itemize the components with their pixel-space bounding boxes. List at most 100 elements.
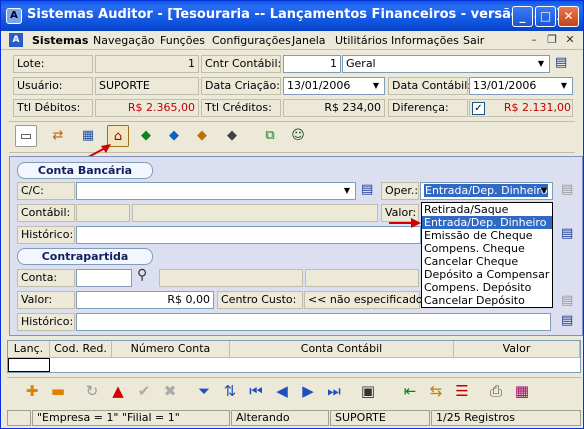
cntr-contabil-input[interactable]: 1 bbox=[283, 55, 341, 73]
lookup-icon[interactable]: ▤ bbox=[561, 226, 573, 241]
oper-option[interactable]: Emissão de Cheque bbox=[422, 229, 552, 242]
lancamentos-grid[interactable]: Lanç. Cod. Red. Número Conta Conta Contá… bbox=[7, 340, 581, 373]
mdi-restore-icon[interactable]: ❐ bbox=[544, 33, 560, 47]
diferenca-value: R$ 2.131,00 bbox=[503, 101, 571, 114]
lookup-icon: ▤ bbox=[561, 182, 574, 197]
ttl-creditos-label: Ttl Créditos: bbox=[201, 99, 281, 117]
chevron-down-icon[interactable]: ▼ bbox=[557, 79, 571, 93]
menu-informacoes[interactable]: Informações bbox=[391, 34, 459, 47]
conta-desc-1 bbox=[159, 269, 303, 287]
menu-sistemas[interactable]: Sistemas bbox=[32, 34, 88, 47]
transfer-icon[interactable]: ⇆ bbox=[425, 380, 447, 402]
lookup-icon[interactable]: ▤ bbox=[361, 182, 373, 197]
oper-select[interactable]: Entrada/Dep. Dinheiro ▼ bbox=[420, 182, 553, 200]
diferenca-label: Diferença: bbox=[388, 99, 468, 117]
minimize-button[interactable]: _ bbox=[512, 6, 533, 27]
list-icon[interactable]: ☰ bbox=[451, 380, 473, 402]
window-icon[interactable]: ▣ bbox=[357, 380, 379, 402]
oper-dropdown-list: Retirada/Saque Entrada/Dep. Dinheiro Emi… bbox=[421, 202, 553, 308]
edit-icon[interactable]: ▲ bbox=[107, 380, 129, 402]
close-button[interactable]: ✕ bbox=[558, 6, 579, 27]
lookup-icon[interactable]: ▤ bbox=[555, 55, 573, 73]
print-icon[interactable]: ⎙ bbox=[485, 380, 507, 402]
cc-select[interactable]: ▼ bbox=[76, 182, 356, 200]
contrapartida-title: Contrapartida bbox=[17, 248, 153, 265]
cntr-contabil-label: Cntr Contábil: bbox=[201, 55, 281, 73]
add-icon[interactable]: ✚ bbox=[21, 380, 43, 402]
cancel-icon[interactable]: ◆ bbox=[221, 125, 243, 147]
menu-configuracoes[interactable]: Configurações bbox=[212, 34, 291, 47]
oper-option[interactable]: Depósito a Compensar bbox=[422, 268, 552, 281]
compensate-icon[interactable]: ◆ bbox=[191, 125, 213, 147]
oper-option[interactable]: Retirada/Saque bbox=[422, 203, 552, 216]
pointer-arrow-icon bbox=[389, 218, 421, 228]
col-lanc[interactable]: Lanç. bbox=[8, 341, 50, 358]
menu-navegacao[interactable]: Navegação bbox=[93, 34, 155, 47]
prior-record-icon[interactable]: ◀ bbox=[271, 380, 293, 402]
withdraw-icon[interactable]: ◆ bbox=[163, 125, 185, 147]
col-valor[interactable]: Valor bbox=[454, 341, 580, 358]
oper-option[interactable]: Compens. Cheque bbox=[422, 242, 552, 255]
oper-selected: Entrada/Dep. Dinheiro bbox=[424, 184, 549, 197]
main-window: A Sistemas Auditor - [Tesouraria -- Lanç… bbox=[0, 0, 584, 429]
centro-custo-value[interactable]: << não especificado >> bbox=[304, 291, 445, 309]
lookup-icon: ▤ bbox=[561, 293, 574, 308]
data-contabil-label: Data Contábil: bbox=[388, 77, 471, 95]
cancel-edit-icon[interactable]: ✖ bbox=[159, 380, 181, 402]
oper-option[interactable]: Entrada/Dep. Dinheiro bbox=[422, 216, 552, 229]
money-transfer-icon[interactable]: ⇄ bbox=[47, 125, 69, 147]
centro-custo-label: Centro Custo: bbox=[217, 291, 303, 309]
lookup-icon[interactable]: ▤ bbox=[561, 313, 573, 328]
mdi-close-icon[interactable]: ✕ bbox=[562, 33, 578, 47]
app-icon[interactable]: A bbox=[6, 8, 22, 24]
menu-funcoes[interactable]: Funções bbox=[160, 34, 205, 47]
user-money-icon[interactable]: ☺ bbox=[287, 125, 309, 147]
sort-icon[interactable]: ⇅ bbox=[219, 380, 241, 402]
contra-historico-input[interactable] bbox=[76, 313, 551, 331]
next-record-icon[interactable]: ▶ bbox=[297, 380, 319, 402]
status-cell-0 bbox=[7, 410, 31, 426]
maximize-button[interactable]: □ bbox=[535, 6, 556, 27]
printer-icon[interactable]: ▭ bbox=[15, 125, 37, 147]
chevron-down-icon[interactable]: ▼ bbox=[340, 184, 354, 198]
historico-input[interactable] bbox=[76, 226, 421, 244]
data-criacao-value: 13/01/2006 bbox=[287, 79, 351, 92]
deposit-icon[interactable]: ◆ bbox=[135, 125, 157, 147]
cntr-contabil-select[interactable]: Geral ▼ bbox=[342, 55, 550, 73]
export-icon[interactable]: ⇤ bbox=[399, 380, 421, 402]
status-empresa: "Empresa = 1" "Filial = 1" bbox=[32, 410, 230, 426]
chevron-down-icon[interactable]: ▼ bbox=[369, 79, 383, 93]
mdi-app-icon[interactable]: A bbox=[9, 33, 23, 47]
chevron-down-icon[interactable]: ▼ bbox=[534, 57, 548, 71]
oper-option[interactable]: Cancelar Depósito bbox=[422, 294, 552, 307]
oper-option[interactable]: Cancelar Cheque bbox=[422, 255, 552, 268]
ttl-debitos-label: Ttl Débitos: bbox=[13, 99, 93, 117]
search-icon[interactable]: ⚲ bbox=[137, 267, 147, 283]
menu-janela[interactable]: Janela bbox=[292, 34, 326, 47]
col-conta-contabil[interactable]: Conta Contábil bbox=[230, 341, 454, 358]
conta-label: Conta: bbox=[17, 269, 75, 287]
conta-input[interactable] bbox=[76, 269, 132, 287]
lote-label: Lote: bbox=[13, 55, 93, 73]
report-icon[interactable]: ⧉ bbox=[259, 125, 281, 147]
filter-icon[interactable]: ⏷ bbox=[193, 380, 215, 402]
refresh-icon[interactable]: ↻ bbox=[81, 380, 103, 402]
diferenca-checkbox[interactable]: ✓ bbox=[472, 102, 485, 115]
last-record-icon[interactable]: ⏭ bbox=[323, 380, 345, 402]
calendar-icon[interactable]: ▦ bbox=[511, 380, 533, 402]
oper-option[interactable]: Compens. Depósito bbox=[422, 281, 552, 294]
mdi-minimize-icon[interactable]: – bbox=[526, 33, 542, 47]
chevron-down-icon[interactable]: ▼ bbox=[537, 184, 551, 198]
remove-icon[interactable]: ▬ bbox=[47, 380, 69, 402]
confirm-icon[interactable]: ✔ bbox=[133, 380, 155, 402]
first-record-icon[interactable]: ⏮ bbox=[245, 380, 267, 402]
data-criacao-field[interactable]: 13/01/2006 ▼ bbox=[283, 77, 385, 95]
menu-sair[interactable]: Sair bbox=[463, 34, 484, 47]
contra-valor-input[interactable]: R$ 0,00 bbox=[76, 291, 214, 309]
window-title: Sistemas Auditor - [Tesouraria -- Lançam… bbox=[27, 7, 563, 22]
grid-current-cell[interactable] bbox=[8, 358, 50, 372]
col-numero-conta[interactable]: Número Conta bbox=[112, 341, 230, 358]
col-cod-red[interactable]: Cod. Red. bbox=[50, 341, 112, 358]
data-contabil-field[interactable]: 13/01/2006 ▼ bbox=[469, 77, 573, 95]
menu-utilitarios[interactable]: Utilitários bbox=[335, 34, 388, 47]
